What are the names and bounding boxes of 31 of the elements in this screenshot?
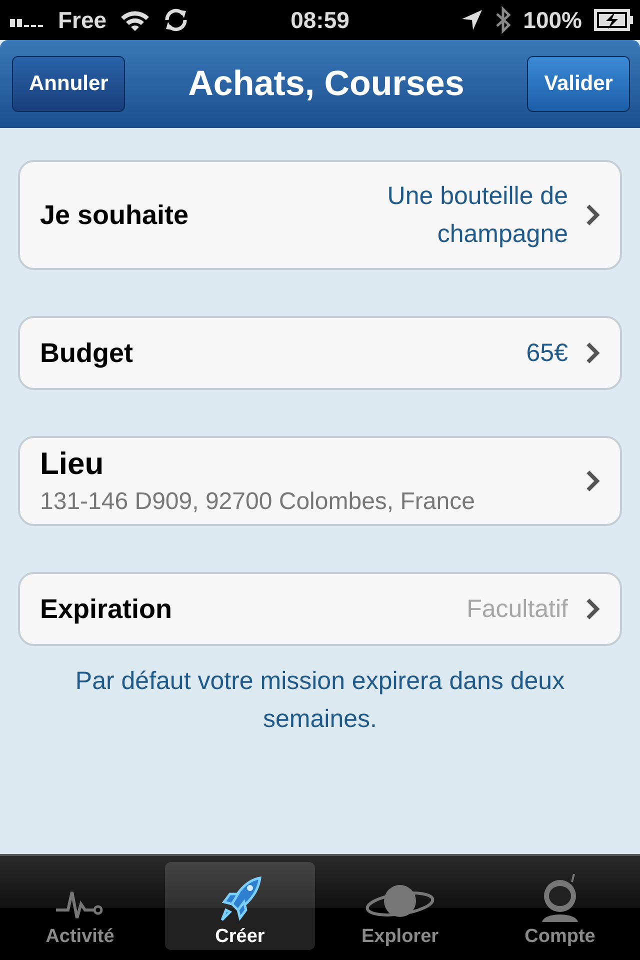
confirm-button[interactable]: Valider xyxy=(527,56,630,112)
tab-bar-item[interactable]: Activité xyxy=(5,862,155,950)
form-row[interactable]: Je souhaite Une bouteille de champagne xyxy=(18,160,622,270)
chevron-icon xyxy=(586,470,600,492)
battery-percentage: 100% xyxy=(523,6,582,34)
clock-time: 08:59 xyxy=(290,6,350,34)
row-label: Lieu xyxy=(40,446,105,482)
cancel-button[interactable]: Annuler xyxy=(12,56,126,112)
row-placeholder: Facultatif xyxy=(466,594,569,625)
tab-bar-item[interactable]: Explorer xyxy=(325,862,475,950)
carrier-name: Free xyxy=(58,6,107,34)
form-row[interactable]: Lieu 131-146 D909, 92700 Colombes, France xyxy=(18,436,622,526)
form-row[interactable]: Expiration Facultatif xyxy=(18,572,622,646)
bluetooth-icon xyxy=(495,6,512,34)
row-label: Budget xyxy=(40,338,133,368)
location-arrow-icon xyxy=(461,9,484,31)
form-row[interactable]: Budget 65€ xyxy=(18,316,622,390)
row-value: 131-146 D909, 92700 Colombes, France xyxy=(40,488,476,516)
row-value: 65€ xyxy=(525,338,569,369)
row-label: Je souhaite xyxy=(40,200,189,230)
sync-icon xyxy=(162,7,189,33)
tab-bar-item[interactable]: Compte xyxy=(485,862,635,950)
row-value: Une bouteille de champagne xyxy=(386,181,569,250)
row-label: Expiration xyxy=(40,594,172,624)
expiration-note: Par défaut votre mission expirera dans deux semaines. xyxy=(74,666,566,735)
chevron-icon xyxy=(586,342,600,364)
battery-charging-icon xyxy=(594,9,634,31)
screen-title: Achats, Courses xyxy=(188,64,464,104)
chevron-icon xyxy=(586,598,600,620)
chevron-icon xyxy=(586,204,600,226)
tab-bar-item[interactable]: Créer xyxy=(165,862,315,950)
